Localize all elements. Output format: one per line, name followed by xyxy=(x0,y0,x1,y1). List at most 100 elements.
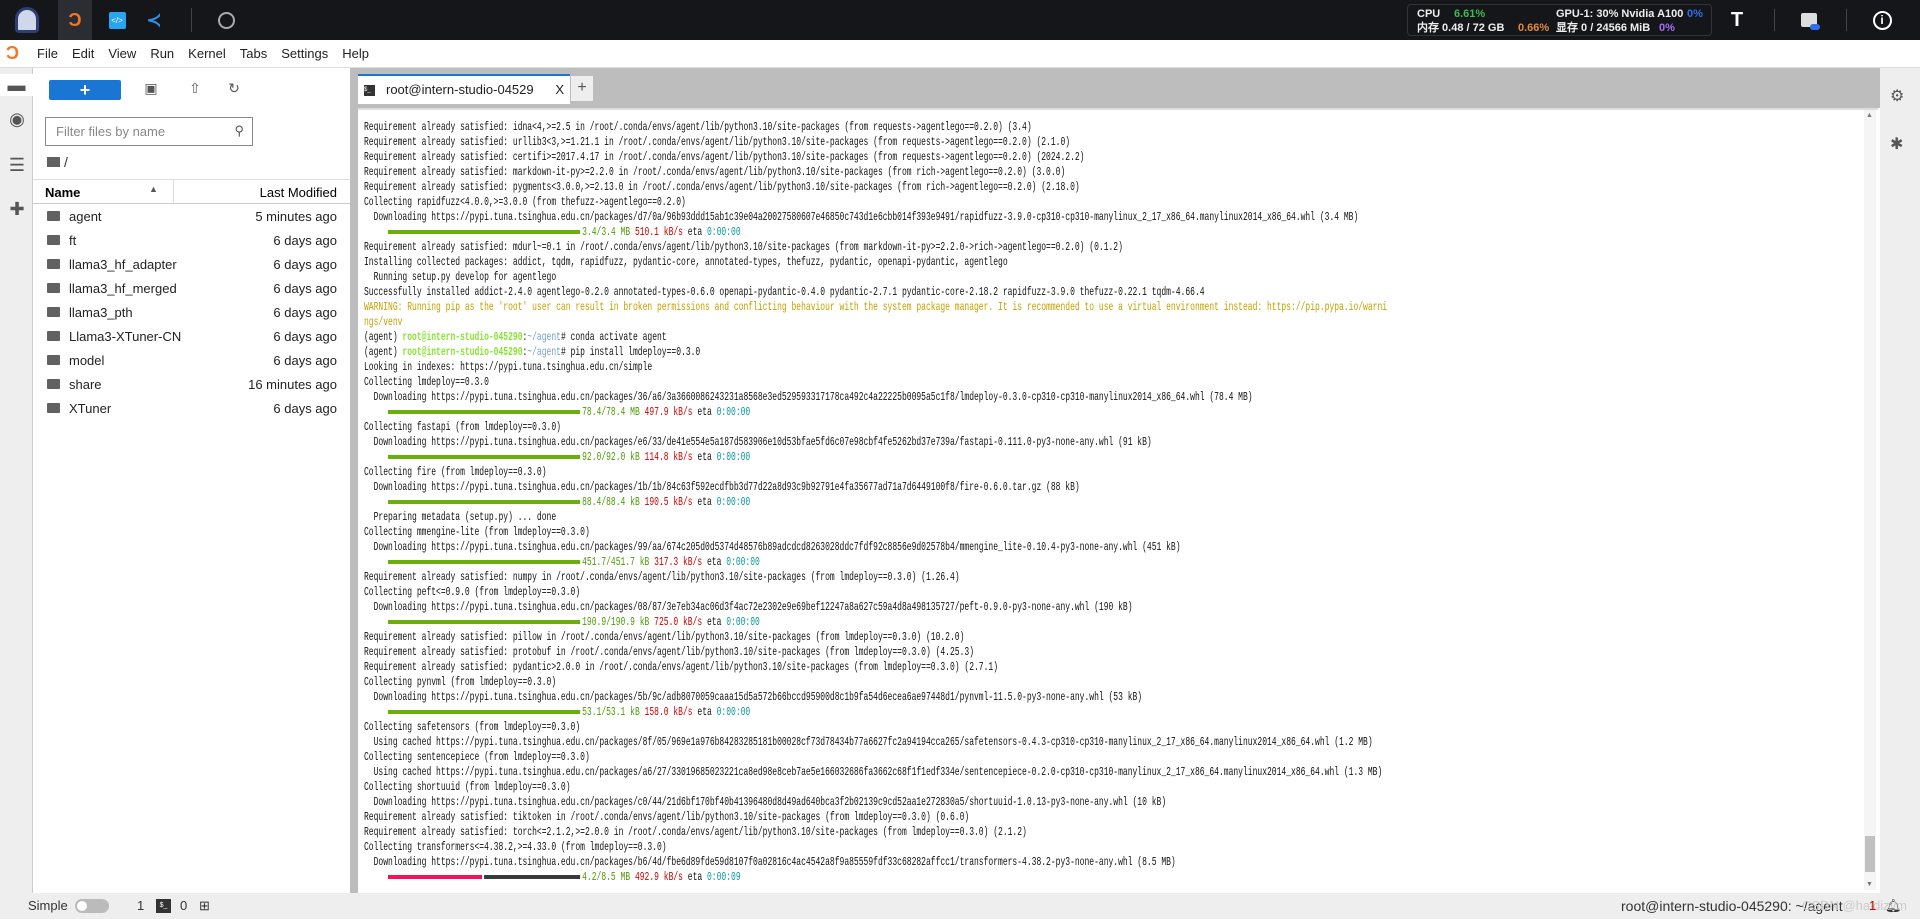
property-inspector-icon[interactable]: ⚙ xyxy=(1890,86,1904,106)
breadcrumb-root[interactable]: / xyxy=(64,154,68,170)
prompt-user: root@intern-studio-045290 xyxy=(402,330,523,344)
file-modified: 6 days ago xyxy=(273,329,337,344)
tensorflow-icon[interactable]: T xyxy=(1725,0,1749,40)
progress-eta-label: eta xyxy=(697,450,712,464)
menu-kernel[interactable]: Kernel xyxy=(188,46,226,61)
scrollbar-thumb[interactable] xyxy=(1865,836,1875,872)
terminal-line: Requirement already satisfied: idna<4,>=… xyxy=(364,120,1032,134)
toc-icon[interactable]: ☰ xyxy=(6,154,28,176)
file-name: Llama3-XTuner-CN xyxy=(69,329,182,344)
simple-mode-toggle[interactable] xyxy=(75,899,109,913)
file-row[interactable]: llama3_pth 6 days ago xyxy=(33,301,350,325)
terminal-line: Installing collected packages: addict, t… xyxy=(364,255,1008,269)
file-name: ft xyxy=(69,233,77,248)
menu-help[interactable]: Help xyxy=(342,46,369,61)
terminal-scrollbar[interactable]: ▲ ▼ xyxy=(1864,110,1876,890)
progress-line: 451.7/451.7 kB 317.3 kB/s eta 0:00:00 xyxy=(364,555,1387,570)
vram-label: 显存 0 / 24566 MiB xyxy=(1556,22,1651,34)
right-sidebar: ⚙ ✱ xyxy=(1880,68,1920,893)
file-row[interactable]: llama3_hf_adapter 6 days ago xyxy=(33,253,350,277)
terminal-line: Collecting rapidfuzz<4.0.0,>=3.0.0 (from… xyxy=(364,195,686,209)
gpu-value: 0% xyxy=(1687,8,1703,20)
jupyter-logo-icon: Ͻ xyxy=(6,43,19,63)
close-tab-icon[interactable]: X xyxy=(555,82,564,97)
debugger-icon[interactable]: ✱ xyxy=(1890,134,1903,154)
gpu-label: GPU-1: 30% Nvidia A100 xyxy=(1556,8,1684,20)
panel-splitter[interactable] xyxy=(350,68,358,893)
terminal-prompt-line: (agent) root@intern-studio-045290:~/agen… xyxy=(364,330,1387,345)
progress-eta-label: eta xyxy=(697,705,712,719)
terminal-line: Requirement already satisfied: tiktoken … xyxy=(364,810,970,824)
running-icon[interactable]: ◉ xyxy=(6,108,28,130)
folder-icon xyxy=(47,355,60,365)
progress-size: 53.1/53.1 kB xyxy=(582,705,640,719)
add-tab-button[interactable]: + xyxy=(571,76,593,101)
file-row[interactable]: share 16 minutes ago xyxy=(33,373,350,397)
terminal-line: Downloading https://pypi.tuna.tsinghua.e… xyxy=(364,540,1181,554)
code-icon[interactable]: </> xyxy=(105,0,129,40)
terminal-count[interactable]: 1 xyxy=(137,898,144,913)
folder-icon[interactable]: ▬ xyxy=(0,74,33,96)
new-launcher-button[interactable]: + xyxy=(49,80,121,100)
file-row[interactable]: XTuner 6 days ago xyxy=(33,397,350,421)
upload-icon[interactable]: ⇧ xyxy=(185,80,205,100)
info-icon[interactable]: i xyxy=(1870,0,1894,40)
new-folder-icon[interactable]: ▣ xyxy=(141,80,161,100)
file-row[interactable]: Llama3-XTuner-CN 6 days ago xyxy=(33,325,350,349)
terminal-line: Requirement already satisfied: pygments<… xyxy=(364,180,1080,194)
refresh-icon[interactable]: ↻ xyxy=(224,80,244,100)
filter-input[interactable]: Filter files by name ⚲ xyxy=(45,117,253,146)
folder-icon xyxy=(47,211,60,221)
terminal-line: Using cached https://pypi.tuna.tsinghua.… xyxy=(364,765,1383,779)
scroll-down-icon[interactable]: ▼ xyxy=(1866,881,1873,888)
menu-edit[interactable]: Edit xyxy=(72,46,94,61)
file-row[interactable]: model 6 days ago xyxy=(33,349,350,373)
progress-bar-fill xyxy=(388,874,483,879)
progress-line: 53.1/53.1 kB 158.0 kB/s eta 0:00:00 xyxy=(364,705,1387,720)
folder-icon xyxy=(47,331,60,341)
avatar-logo-icon[interactable] xyxy=(10,0,44,40)
file-row[interactable]: agent 5 minutes ago xyxy=(33,205,350,229)
top-bar: Ͻ </> ≺ CPU 6.61% GPU-1: 30% Nvidia A100… xyxy=(0,0,1920,40)
scroll-up-icon[interactable]: ▲ xyxy=(1866,112,1873,119)
tab-terminal[interactable]: $_ root@intern-studio-04529 X xyxy=(358,74,570,104)
vscode-icon[interactable]: ≺ xyxy=(142,0,166,40)
column-name[interactable]: Name xyxy=(45,185,80,200)
terminal-line: Downloading https://pypi.tuna.tsinghua.e… xyxy=(364,390,1253,404)
progress-size: 88.4/88.4 kB xyxy=(582,495,640,509)
menu-file[interactable]: File xyxy=(37,46,58,61)
notification-count[interactable]: 1 xyxy=(1869,898,1876,913)
compass-icon[interactable] xyxy=(214,0,238,40)
terminal[interactable]: Requirement already satisfied: idna<4,>=… xyxy=(358,108,1878,893)
bell-icon[interactable]: 🔔︎ xyxy=(1885,898,1902,914)
progress-line: 88.4/88.4 kB 190.5 kB/s eta 0:00:00 xyxy=(364,495,1387,510)
progress-eta: 0:00:09 xyxy=(707,870,741,884)
terminal-line: Successfully installed addict-2.4.0 agen… xyxy=(364,285,1205,299)
terminal-line: Collecting peft<=0.9.0 (from lmdeploy==0… xyxy=(364,585,581,599)
menu-run[interactable]: Run xyxy=(150,46,174,61)
terminal-line: Downloading https://pypi.tuna.tsinghua.e… xyxy=(364,600,1133,614)
tab-title: root@intern-studio-04529 xyxy=(386,82,534,97)
sort-ascending-icon[interactable]: ▲ xyxy=(149,184,158,194)
kernel-count[interactable]: 0 xyxy=(180,898,187,913)
prompt-command: # pip install lmdeploy==0.3.0 xyxy=(560,345,701,359)
progress-rate: 725.0 kB/s xyxy=(654,615,703,629)
extensions-icon[interactable]: ✚ xyxy=(6,198,28,220)
breadcrumb[interactable]: / xyxy=(47,154,68,170)
progress-rate: 317.3 kB/s xyxy=(654,555,703,569)
menu-settings[interactable]: Settings xyxy=(281,46,328,61)
remote-desktop-icon[interactable] xyxy=(1797,0,1821,40)
terminal-line: Collecting safetensors (from lmdeploy==0… xyxy=(364,720,581,734)
terminal-line: Collecting fastapi (from lmdeploy==0.3.0… xyxy=(364,420,561,434)
resource-monitor: CPU 6.61% GPU-1: 30% Nvidia A100 0% 内存 0… xyxy=(1407,4,1712,36)
progress-eta: 0:00:00 xyxy=(707,225,741,239)
progress-eta: 0:00:00 xyxy=(726,555,760,569)
file-row[interactable]: llama3_hf_merged 6 days ago xyxy=(33,277,350,301)
menu-view[interactable]: View xyxy=(108,46,136,61)
menu-tabs[interactable]: Tabs xyxy=(240,46,267,61)
jupyter-icon[interactable]: Ͻ xyxy=(58,0,92,40)
column-last-modified[interactable]: Last Modified xyxy=(260,185,337,200)
prompt-user: root@intern-studio-045290 xyxy=(402,345,523,359)
file-row[interactable]: ft 6 days ago xyxy=(33,229,350,253)
prompt-command: # conda activate agent xyxy=(560,330,667,344)
